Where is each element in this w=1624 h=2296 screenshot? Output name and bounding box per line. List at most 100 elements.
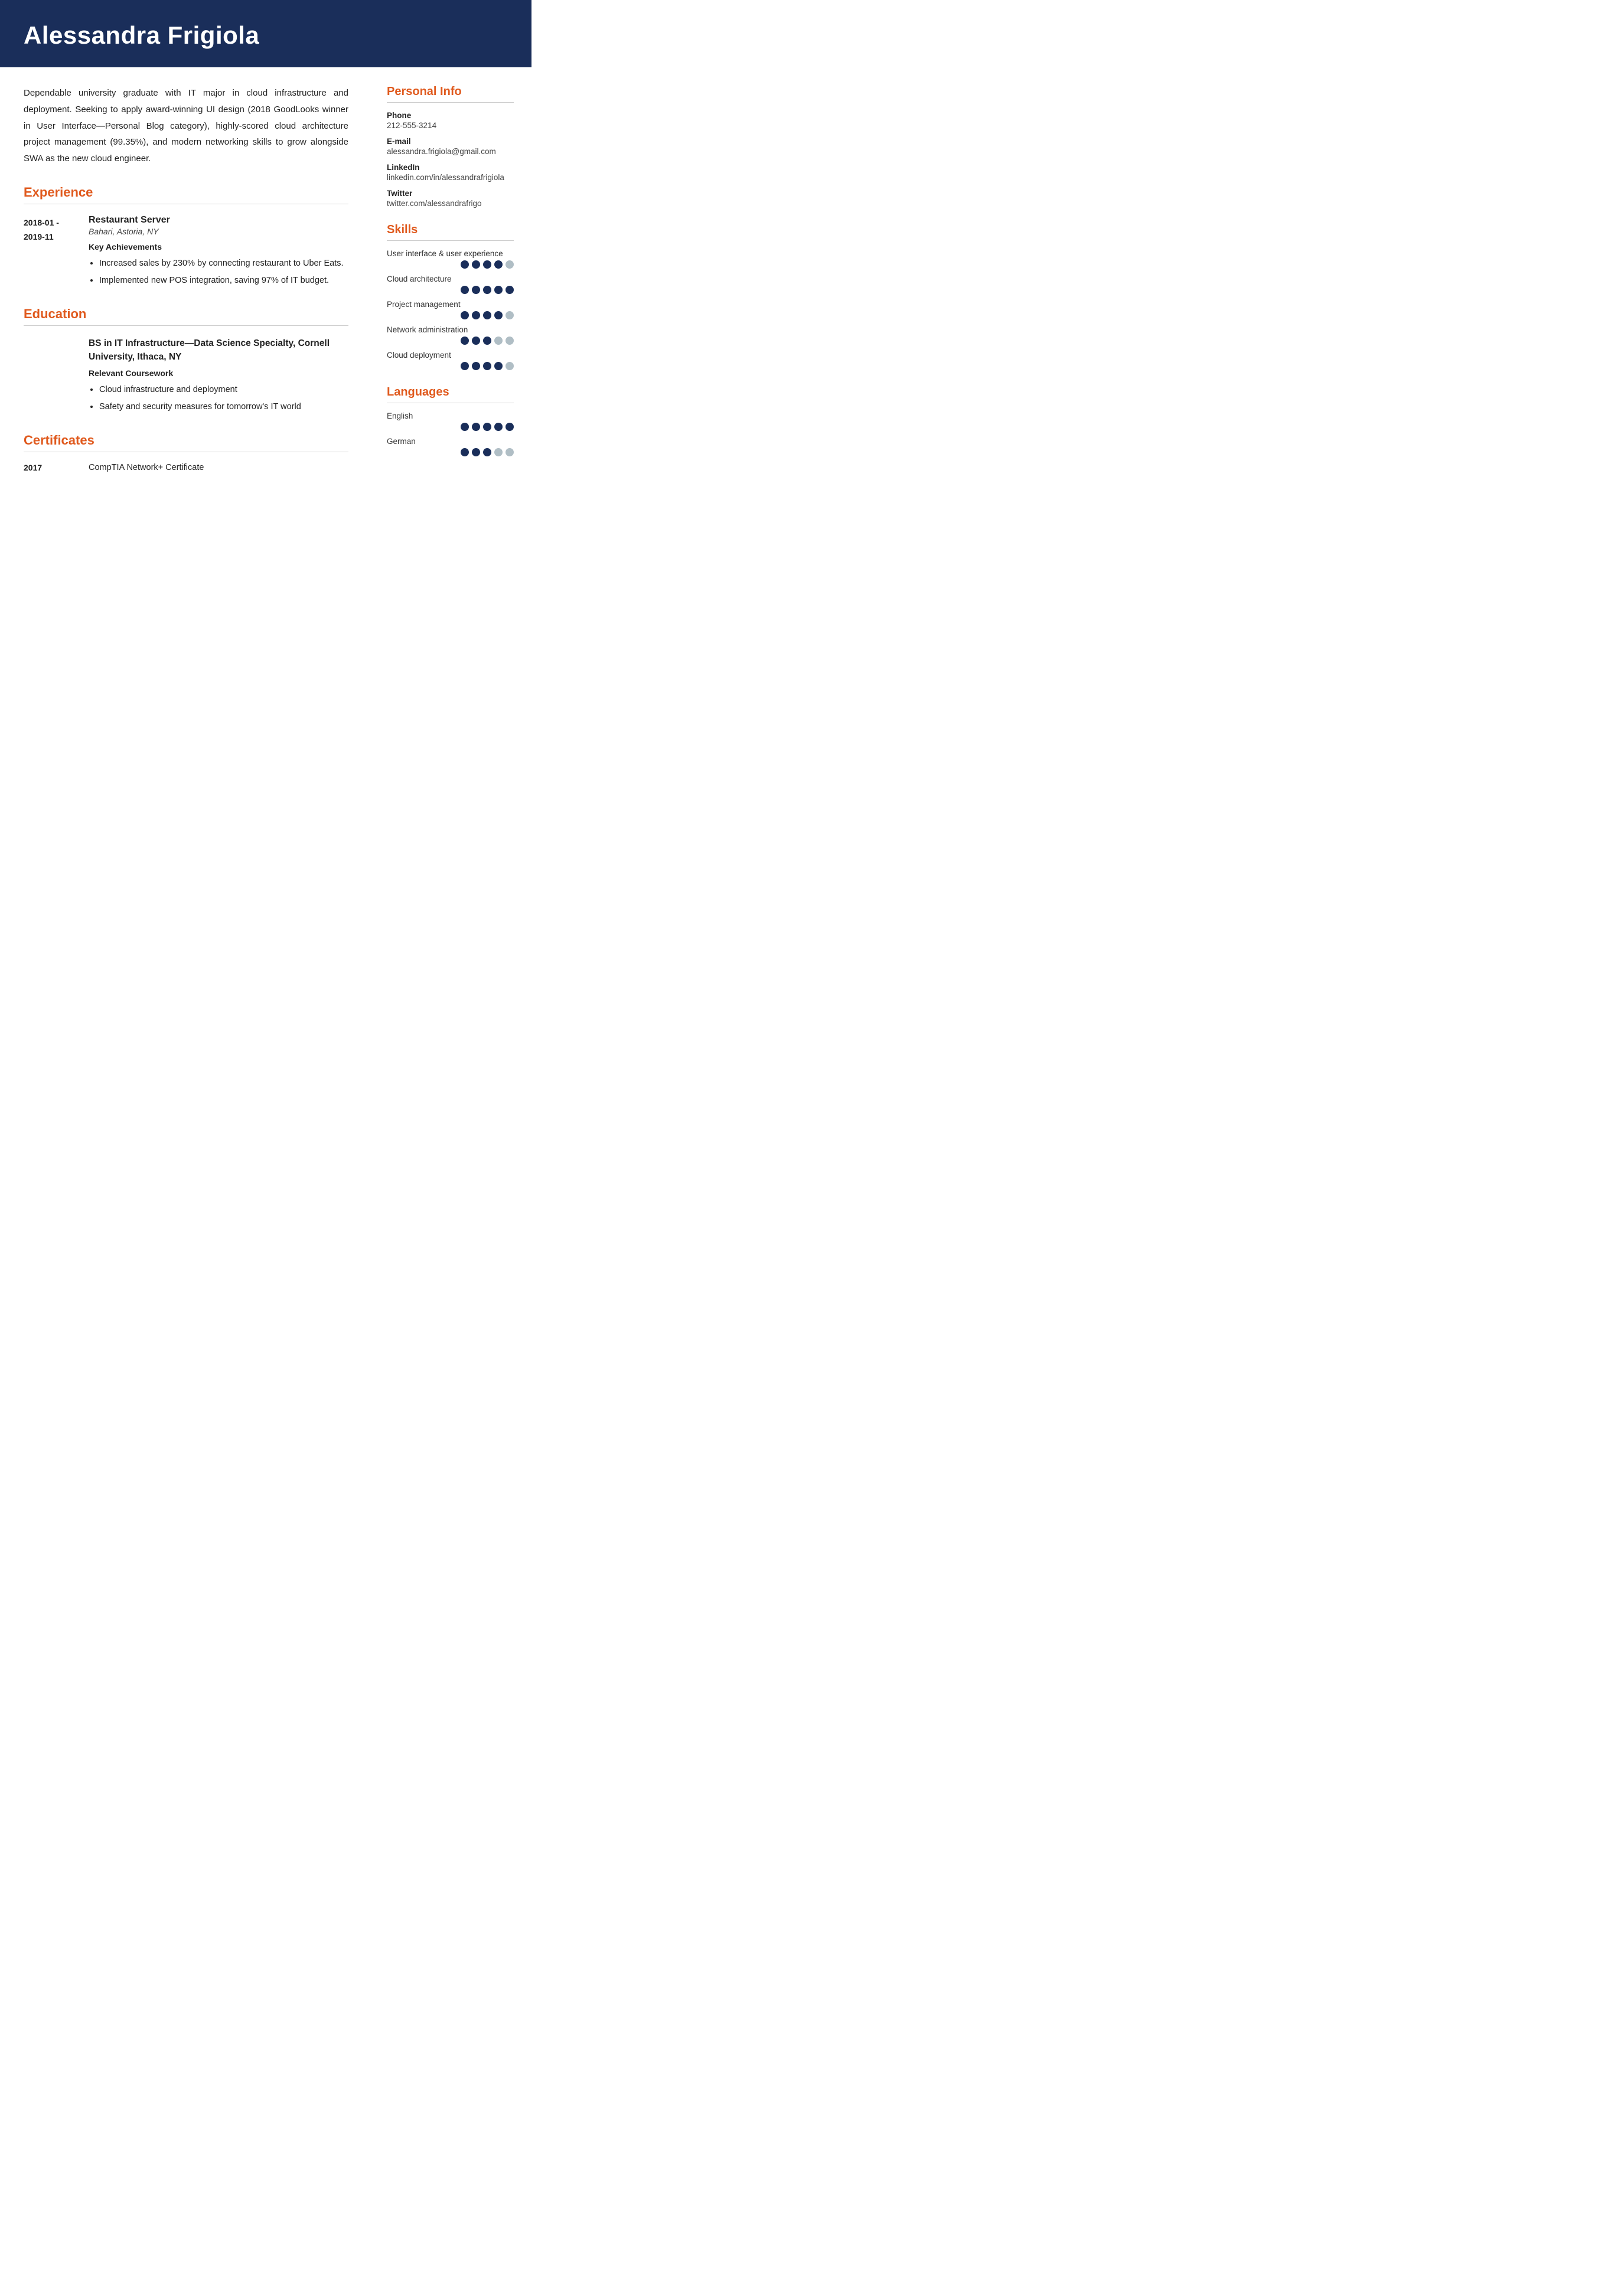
skills-list: User interface & user experience Cloud ar… (387, 249, 514, 370)
certificates-section: Certificates 2017 CompTIA Network+ Certi… (24, 433, 348, 472)
skill-dots (387, 311, 514, 319)
skill-name: Project management (387, 300, 514, 309)
skill-name: Cloud deployment (387, 351, 514, 360)
dot-filled (461, 362, 469, 370)
coursework-list: Cloud infrastructure and deployment Safe… (89, 383, 348, 415)
dot-filled (506, 423, 514, 431)
skill-item: Network administration (387, 325, 514, 345)
skill-item: Project management (387, 300, 514, 319)
exp-company: Bahari, Astoria, NY (89, 227, 348, 236)
language-item: German (387, 437, 514, 456)
languages-list: English German (387, 411, 514, 456)
dot-empty (506, 260, 514, 269)
education-item: BS in IT Infrastructure—Data Science Spe… (24, 337, 348, 417)
skill-item: Cloud deployment (387, 351, 514, 370)
achievements-list: Increased sales by 230% by connecting re… (89, 256, 348, 289)
education-title: Education (24, 306, 348, 322)
dot-filled (483, 286, 491, 294)
dot-filled (461, 448, 469, 456)
cert-name: CompTIA Network+ Certificate (89, 463, 204, 472)
personal-info-section: Personal Info Phone 212-555-3214 E-mail … (387, 85, 514, 208)
edu-date-col (24, 337, 89, 417)
skill-dots (387, 362, 514, 370)
coursework-item-2: Safety and security measures for tomorro… (99, 400, 348, 414)
dot-filled (461, 260, 469, 269)
twitter-value: twitter.com/alessandrafrigo (387, 199, 514, 208)
exp-date-end: 2019-11 (24, 230, 89, 244)
email-label: E-mail (387, 137, 514, 146)
education-divider (24, 325, 348, 326)
skill-dots (387, 260, 514, 269)
exp-dates: 2018-01 - 2019-11 (24, 215, 89, 291)
skill-name: User interface & user experience (387, 249, 514, 258)
dot-empty (494, 337, 503, 345)
experience-item: 2018-01 - 2019-11 Restaurant Server Baha… (24, 215, 348, 291)
dot-filled (472, 260, 480, 269)
cert-item: 2017 CompTIA Network+ Certificate (24, 463, 348, 472)
dot-filled (472, 362, 480, 370)
skills-divider (387, 240, 514, 241)
summary-text: Dependable university graduate with IT m… (24, 85, 348, 167)
dot-filled (472, 311, 480, 319)
dot-filled (461, 311, 469, 319)
dot-filled (483, 423, 491, 431)
coursework-label: Relevant Coursework (89, 368, 348, 378)
experience-section: Experience 2018-01 - 2019-11 Restaurant … (24, 185, 348, 291)
dot-filled (483, 448, 491, 456)
phone-label: Phone (387, 111, 514, 120)
dot-filled (483, 311, 491, 319)
linkedin-label: LinkedIn (387, 163, 514, 172)
achievements-label: Key Achievements (89, 242, 348, 252)
sidebar: Personal Info Phone 212-555-3214 E-mail … (372, 67, 531, 486)
dot-filled (494, 311, 503, 319)
edu-details: BS in IT Infrastructure—Data Science Spe… (89, 337, 348, 417)
content-wrapper: Dependable university graduate with IT m… (0, 67, 531, 511)
dot-filled (483, 260, 491, 269)
language-name: German (387, 437, 514, 446)
skill-dots (387, 286, 514, 294)
email-field: E-mail alessandra.frigiola@gmail.com (387, 137, 514, 156)
dot-filled (494, 362, 503, 370)
dot-filled (483, 337, 491, 345)
dot-filled (472, 286, 480, 294)
achievement-item-2: Implemented new POS integration, saving … (99, 273, 348, 288)
skill-dots (387, 337, 514, 345)
exp-job-title: Restaurant Server (89, 215, 348, 226)
education-section: Education BS in IT Infrastructure—Data S… (24, 306, 348, 417)
exp-date-start: 2018-01 - (24, 216, 89, 230)
skill-item: User interface & user experience (387, 249, 514, 269)
dot-empty (506, 448, 514, 456)
dot-filled (494, 286, 503, 294)
dot-filled (483, 362, 491, 370)
experience-title: Experience (24, 185, 348, 200)
language-item: English (387, 411, 514, 431)
twitter-field: Twitter twitter.com/alessandrafrigo (387, 189, 514, 208)
dot-filled (472, 337, 480, 345)
dot-empty (506, 311, 514, 319)
dot-empty (494, 448, 503, 456)
linkedin-field: LinkedIn linkedin.com/in/alessandrafrigi… (387, 163, 514, 182)
personal-info-title: Personal Info (387, 85, 514, 99)
language-dots (387, 423, 514, 431)
certificates-title: Certificates (24, 433, 348, 448)
twitter-label: Twitter (387, 189, 514, 198)
linkedin-value: linkedin.com/in/alessandrafrigiola (387, 173, 514, 182)
dot-filled (461, 286, 469, 294)
edu-degree: BS in IT Infrastructure—Data Science Spe… (89, 337, 348, 364)
email-value: alessandra.frigiola@gmail.com (387, 147, 514, 156)
coursework-item-1: Cloud infrastructure and deployment (99, 383, 348, 397)
language-dots (387, 448, 514, 456)
skill-name: Cloud architecture (387, 275, 514, 283)
dot-filled (461, 423, 469, 431)
languages-title: Languages (387, 386, 514, 399)
skills-section: Skills User interface & user experienceC… (387, 223, 514, 370)
language-name: English (387, 411, 514, 420)
dot-filled (506, 286, 514, 294)
phone-field: Phone 212-555-3214 (387, 111, 514, 130)
dot-empty (506, 337, 514, 345)
dot-filled (494, 260, 503, 269)
candidate-name: Alessandra Frigiola (24, 21, 508, 50)
skill-name: Network administration (387, 325, 514, 334)
main-column: Dependable university graduate with IT m… (0, 67, 372, 511)
dot-filled (461, 337, 469, 345)
